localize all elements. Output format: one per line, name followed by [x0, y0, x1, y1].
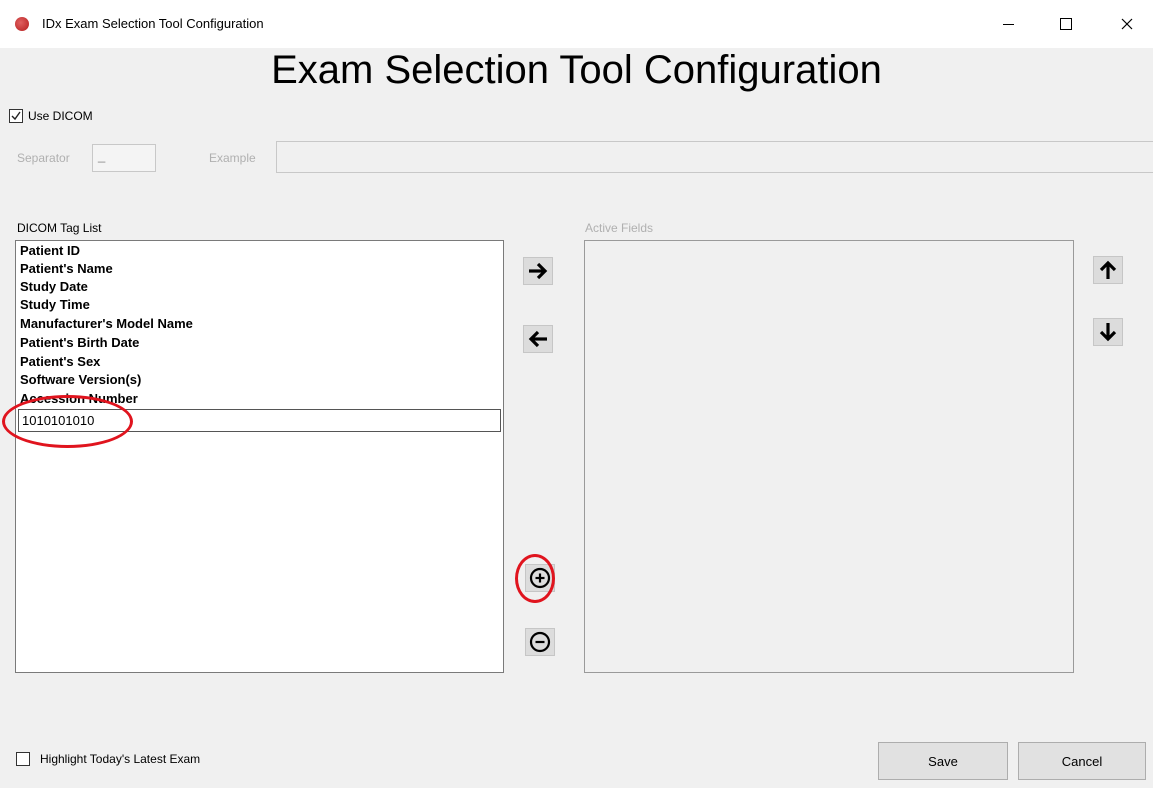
move-left-button[interactable]	[523, 325, 553, 353]
remove-tag-button[interactable]	[525, 628, 555, 656]
add-tag-button[interactable]	[525, 564, 555, 592]
active-fields-label: Active Fields	[585, 221, 654, 235]
highlight-latest-label: Highlight Today's Latest Exam	[40, 752, 201, 766]
use-dicom-row[interactable]: Use DICOM	[9, 109, 93, 123]
move-up-button[interactable]	[1093, 256, 1123, 284]
minimize-button[interactable]	[985, 12, 1031, 36]
cancel-button[interactable]: Cancel	[1018, 742, 1146, 780]
checkmark-icon	[11, 111, 21, 121]
list-item[interactable]: Software Version(s)	[20, 371, 141, 389]
move-down-button[interactable]	[1093, 318, 1123, 346]
move-right-button[interactable]	[523, 257, 553, 285]
list-item[interactable]: Patient's Sex	[20, 353, 100, 371]
highlight-latest-checkbox[interactable]	[16, 752, 30, 766]
highlight-latest-row[interactable]: Highlight Today's Latest Exam	[16, 752, 200, 766]
separator-input[interactable]: _	[92, 144, 156, 172]
close-button[interactable]	[1104, 12, 1150, 36]
window-title: IDx Exam Selection Tool Configuration	[42, 16, 264, 31]
list-item[interactable]: Manufacturer's Model Name	[20, 315, 193, 333]
save-button[interactable]: Save	[878, 742, 1008, 780]
page-title: Exam Selection Tool Configuration	[271, 48, 882, 92]
separator-value: _	[98, 148, 106, 163]
arrow-left-icon	[528, 330, 547, 348]
maximize-icon	[1060, 18, 1072, 30]
list-item[interactable]: Accession Number	[20, 390, 138, 408]
active-fields-list[interactable]	[584, 240, 1074, 673]
list-item[interactable]: Study Time	[20, 296, 90, 314]
arrow-right-icon	[529, 262, 548, 280]
list-item[interactable]: Patient ID	[20, 242, 80, 260]
list-item[interactable]: Patient's Birth Date	[20, 334, 139, 352]
maximize-button[interactable]	[1043, 12, 1089, 36]
use-dicom-label: Use DICOM	[28, 109, 93, 123]
use-dicom-checkbox[interactable]	[9, 109, 23, 123]
title-bar: IDx Exam Selection Tool Configuration	[0, 0, 1153, 48]
example-field	[276, 141, 1153, 173]
cancel-label: Cancel	[1061, 753, 1103, 769]
minimize-icon	[1002, 23, 1014, 25]
list-item[interactable]: Patient's Name	[20, 260, 113, 278]
app-logo-icon	[15, 17, 29, 31]
list-item[interactable]: Study Date	[20, 278, 88, 296]
plus-circle-icon	[529, 567, 551, 589]
new-tag-input[interactable]	[18, 409, 501, 432]
tag-list-label: DICOM Tag List	[17, 221, 102, 235]
separator-label: Separator	[17, 151, 70, 165]
arrow-down-icon	[1099, 323, 1117, 342]
arrow-up-icon	[1099, 260, 1117, 279]
save-label: Save	[928, 753, 958, 769]
minus-circle-icon	[529, 631, 551, 653]
dicom-tag-list[interactable]: Patient ID Patient's Name Study Date Stu…	[15, 240, 504, 673]
example-label: Example	[209, 151, 256, 165]
close-icon	[1121, 18, 1133, 30]
